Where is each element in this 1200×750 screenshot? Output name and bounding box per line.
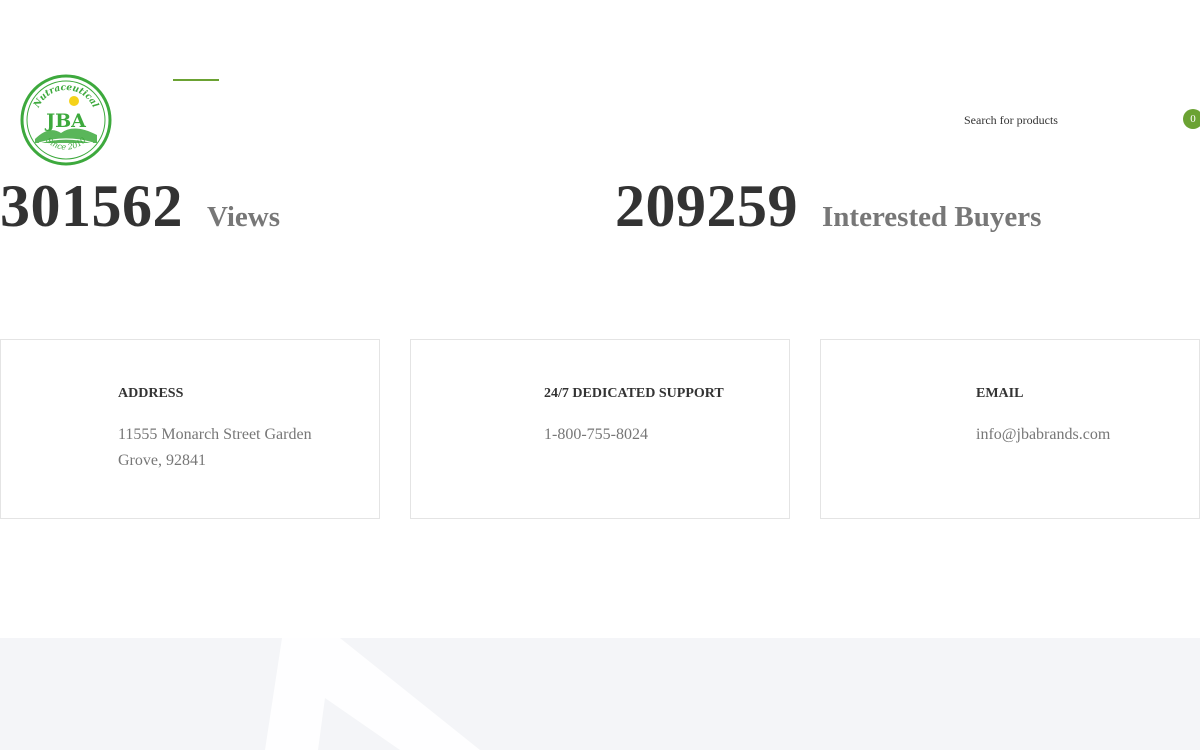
- cart-count-badge[interactable]: 0: [1183, 109, 1200, 129]
- phone-link[interactable]: 1-800-755-8024: [544, 422, 648, 448]
- stat-views: 301562 Views: [0, 172, 280, 241]
- footer-section-background: [0, 638, 1200, 750]
- stat-interested-buyers: 209259 Interested Buyers: [615, 172, 1041, 241]
- decorative-shape: [265, 638, 480, 750]
- jba-logo[interactable]: Nutraceutical JBA Since 2010: [19, 73, 113, 167]
- stat-views-value: 301562: [0, 173, 183, 239]
- search-input[interactable]: Search for products: [964, 113, 1058, 128]
- card-title: ADDRESS: [118, 386, 184, 401]
- stat-buyers-label: Interested Buyers: [822, 201, 1042, 233]
- contact-card-email: EMAIL info@jbabrands.com: [820, 339, 1200, 519]
- card-title: 24/7 DEDICATED SUPPORT: [544, 386, 724, 401]
- search-placeholder: Search for products: [964, 113, 1058, 127]
- contact-card-support: 24/7 DEDICATED SUPPORT 1-800-755-8024: [410, 339, 790, 519]
- card-title: EMAIL: [976, 386, 1024, 401]
- stat-buyers-value: 209259: [615, 173, 798, 239]
- contact-card-address: ADDRESS 11555 Monarch Street Garden Grov…: [0, 339, 380, 519]
- logo-brand-text: JBA: [44, 110, 86, 132]
- stat-views-label: Views: [207, 201, 281, 233]
- email-link[interactable]: info@jbabrands.com: [976, 422, 1110, 448]
- address-text: 11555 Monarch Street Garden Grove, 92841: [118, 426, 312, 469]
- nav-active-underline: [173, 79, 219, 81]
